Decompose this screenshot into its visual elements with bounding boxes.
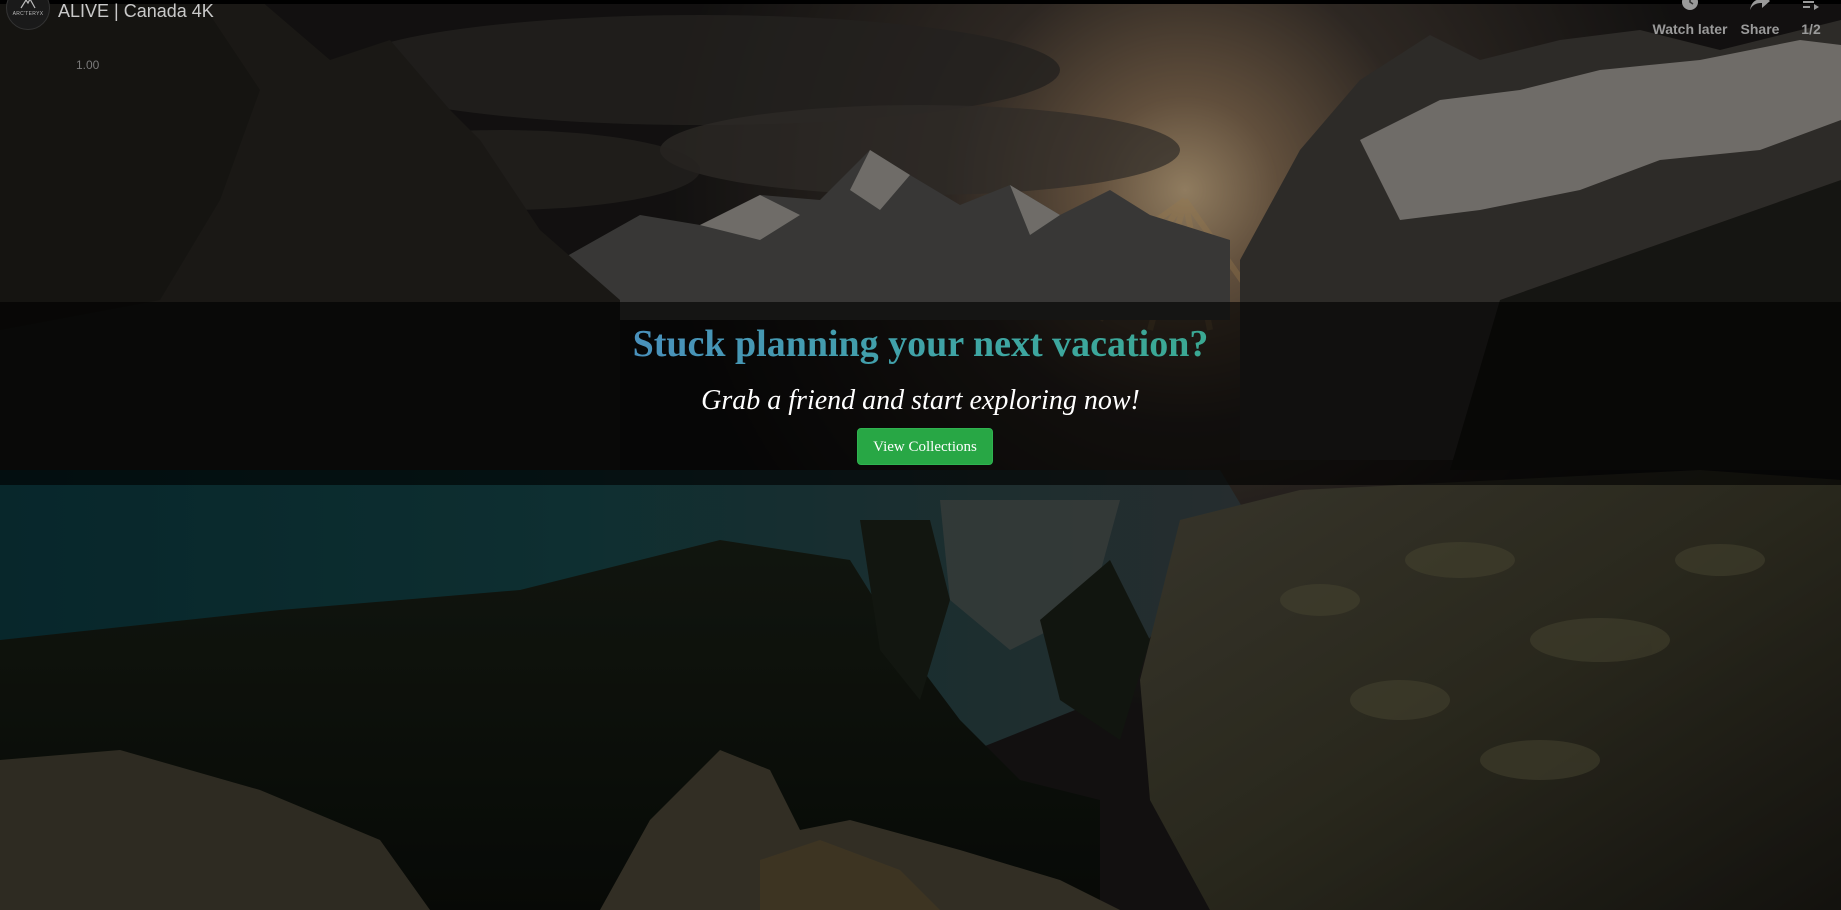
share-label: Share [1740, 21, 1780, 37]
share-button[interactable]: Share [1730, 0, 1790, 37]
playlist-button[interactable]: 1/2 [1796, 0, 1826, 37]
video-title[interactable]: ALIVE | Canada 4K [58, 1, 214, 22]
watch-later-label: Watch later [1652, 21, 1728, 37]
hero-title: Stuck planning your next vacation? [611, 322, 1231, 366]
channel-avatar[interactable]: ARC'TERYX [6, 0, 50, 30]
playback-speed-badge: 1.00 [76, 58, 100, 72]
channel-logo-icon [20, 0, 36, 9]
watch-later-button[interactable]: Watch later [1640, 0, 1740, 37]
clock-icon [1682, 0, 1698, 10]
view-collections-button[interactable]: View Collections [857, 428, 993, 465]
channel-logo-text: ARC'TERYX [12, 11, 44, 17]
landing-page: ARC'TERYX ALIVE | Canada 4K 1.00 Watch l… [0, 0, 1841, 910]
share-arrow-icon [1750, 0, 1770, 10]
video-info-bar: ARC'TERYX ALIVE | Canada 4K 1.00 Watch l… [0, 0, 1841, 72]
playlist-position-label: 1/2 [1801, 21, 1821, 37]
playlist-icon [1803, 1, 1819, 10]
hero-subtitle: Grab a friend and start exploring now! [701, 385, 1140, 416]
